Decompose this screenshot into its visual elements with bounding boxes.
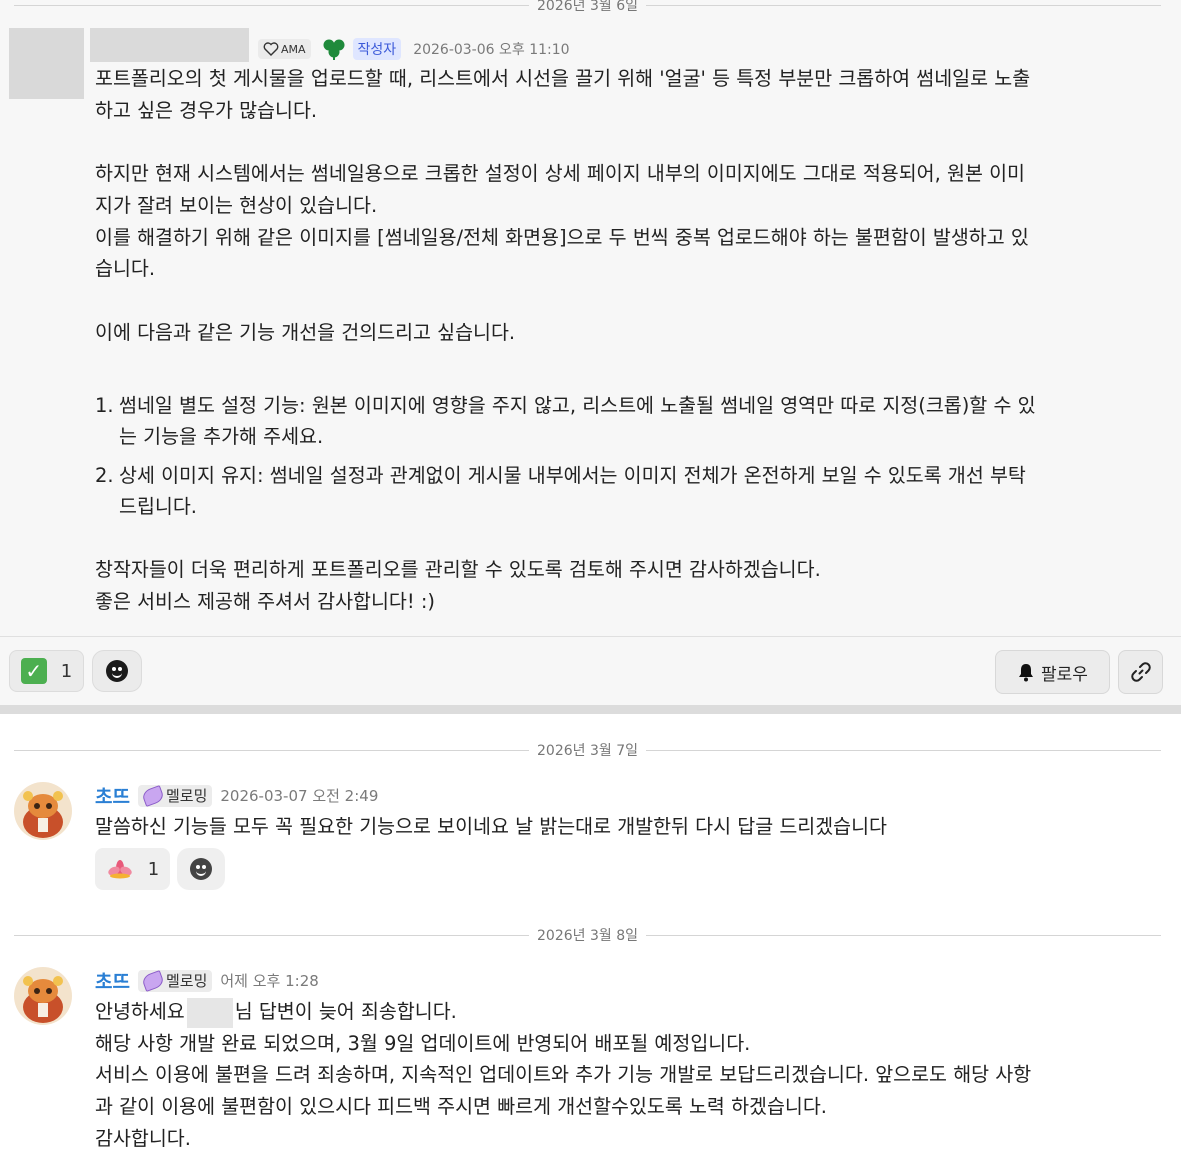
reply-username[interactable]: 초뜨 (95, 967, 130, 994)
date-divider-march-8: 2026년 3월 8일 (14, 924, 1162, 946)
date-label: 2026년 3월 7일 (537, 743, 638, 759)
post-line: 포트폴리오의 첫 게시물을 업로드할 때, 리스트에서 시선을 끌기 위해 '얼… (95, 67, 1031, 90)
reply-line: 말씀하신 기능들 모두 꼭 필요한 기능으로 보이네요 날 밝는대로 개발한뒤 … (95, 815, 887, 838)
list-text: 드립니다. (119, 495, 197, 519)
post-line: 창작자들이 더욱 편리하게 포트폴리오를 관리할 수 있도록 검토해 주시면 감… (95, 558, 821, 582)
reply-body: 안녕하세요 님 답변이 늦어 죄송합니다. 해당 사항 개발 완료 되었으며, 3… (95, 996, 1155, 1155)
date-divider-march-6: 2026년 3월 6일 (14, 0, 1162, 16)
list-text: 는 기능을 추가해 주세요. (119, 425, 324, 449)
reply-line: 안녕하세요 님 답변이 늦어 죄송합니다. (95, 996, 1155, 1028)
reply-avatar[interactable] (14, 782, 72, 840)
role-badge: 멜로밍 (137, 784, 213, 807)
reply-line: 감사합니다. (95, 1126, 191, 1150)
reply-meta: 초뜨 멜로밍 어제 오후 1:28 (95, 967, 319, 994)
reply-meta: 초뜨 멜로밍 2026-03-07 오전 2:49 (95, 782, 378, 809)
clover-icon (323, 39, 345, 60)
character-avatar-image (14, 782, 72, 840)
post-line: 이에 다음과 같은 기능 개선을 건의드리고 싶습니다. (95, 320, 516, 344)
post-line: 지가 잘려 보이는 현상이 있습니다. (95, 193, 378, 217)
character-avatar-image (14, 967, 72, 1025)
list-number: 2. (95, 464, 114, 488)
reply-line: 서비스 이용에 불편을 드려 죄송하며, 지속적인 업데이트와 추가 기능 개발… (95, 1063, 1032, 1087)
post-line: 습니다. (95, 257, 156, 281)
reply-timestamp: 어제 오후 1:28 (220, 972, 319, 990)
reaction-lotus-button[interactable]: 1 (95, 848, 170, 890)
author-avatar[interactable] (9, 28, 84, 99)
post-line: 하고 싶은 경우가 많습니다. (95, 98, 318, 122)
mentioned-user-name (186, 997, 233, 1028)
list-number: 1. (95, 394, 114, 418)
lotus-icon (108, 860, 132, 879)
add-emoji-icon (106, 660, 128, 682)
list-item: 2. 상세 이미지 유지: 썸네일 설정과 관계없이 게시물 내부에서는 이미지… (95, 460, 1155, 522)
section-separator (0, 705, 1181, 714)
greeting-text: 안녕하세요 (95, 1000, 185, 1023)
greeting-text: 님 답변이 늦어 죄송합니다. (234, 1000, 457, 1023)
author-badge: 작성자 (352, 38, 402, 60)
copy-link-button[interactable] (1118, 650, 1163, 694)
date-divider-march-7: 2026년 3월 7일 (14, 739, 1162, 761)
post-line: 하지만 현재 시스템에서는 썸네일용으로 크롭한 설정이 상세 페이지 내부의 … (95, 162, 1025, 186)
role-label: 멜로밍 (165, 787, 208, 805)
list-item: 1. 썸네일 별도 설정 기능: 원본 이미지에 영향을 주지 않고, 리스트에… (95, 390, 1155, 452)
check-mark-icon: ✓ (20, 658, 47, 684)
post-line: 좋은 서비스 제공해 주셔서 감사합니다! :) (95, 590, 436, 613)
original-post: 2026년 3월 6일 AMA 작성자 2026-03-06 오후 11:10 … (0, 0, 1181, 705)
reply-body: 말씀하신 기능들 모두 꼭 필요한 기능으로 보이네요 날 밝는대로 개발한뒤 … (95, 811, 1155, 843)
ama-badge: AMA (258, 39, 311, 59)
date-label: 2026년 3월 6일 (537, 0, 638, 14)
reply-username[interactable]: 초뜨 (95, 782, 130, 809)
feather-icon (140, 784, 166, 807)
follow-button[interactable]: 팔로우 (995, 650, 1110, 694)
role-badge: 멜로밍 (137, 969, 213, 992)
link-icon (1130, 662, 1151, 682)
add-reaction-button[interactable] (92, 650, 142, 692)
reply-line: 과 같이 이용에 불편함이 있으시다 피드백 주시면 빠르게 개선할수있도록 노… (95, 1095, 827, 1119)
heart-icon (263, 42, 279, 56)
bell-icon (1019, 664, 1034, 682)
reply-line: 해당 사항 개발 완료 되었으며, 3월 9일 업데이트에 반영되어 배포될 예… (95, 1031, 751, 1055)
add-emoji-icon (190, 858, 212, 880)
reaction-count: 1 (60, 660, 73, 682)
suggestion-list: 1. 썸네일 별도 설정 기능: 원본 이미지에 영향을 주지 않고, 리스트에… (95, 390, 1155, 522)
divider (0, 636, 1181, 637)
post-line: 이를 해결하기 위해 같은 이미지를 [썸네일용/전체 화면용]으로 두 번씩 … (95, 225, 1029, 249)
reply-timestamp: 2026-03-07 오전 2:49 (220, 787, 379, 805)
author-name[interactable] (90, 28, 249, 62)
reaction-count: 1 (147, 858, 160, 880)
feather-icon (140, 969, 166, 992)
date-label: 2026년 3월 8일 (537, 928, 638, 944)
list-text: 상세 이미지 유지: 썸네일 설정과 관계없이 게시물 내부에서는 이미지 전체… (119, 464, 1026, 488)
post-timestamp: 2026-03-06 오후 11:10 (413, 42, 570, 58)
follow-label: 팔로우 (1041, 664, 1088, 685)
add-reaction-button[interactable] (177, 848, 225, 890)
role-label: 멜로밍 (165, 972, 208, 990)
reaction-check-button[interactable]: ✓ 1 (9, 650, 84, 692)
list-text: 썸네일 별도 설정 기능: 원본 이미지에 영향을 주지 않고, 리스트에 노출… (119, 394, 1036, 418)
ama-badge-label: AMA (281, 42, 306, 56)
post-body: 포트폴리오의 첫 게시물을 업로드할 때, 리스트에서 시선을 끌기 위해 '얼… (95, 63, 1155, 618)
reply-avatar[interactable] (14, 967, 72, 1025)
post-meta: AMA 작성자 2026-03-06 오후 11:10 (258, 37, 570, 61)
